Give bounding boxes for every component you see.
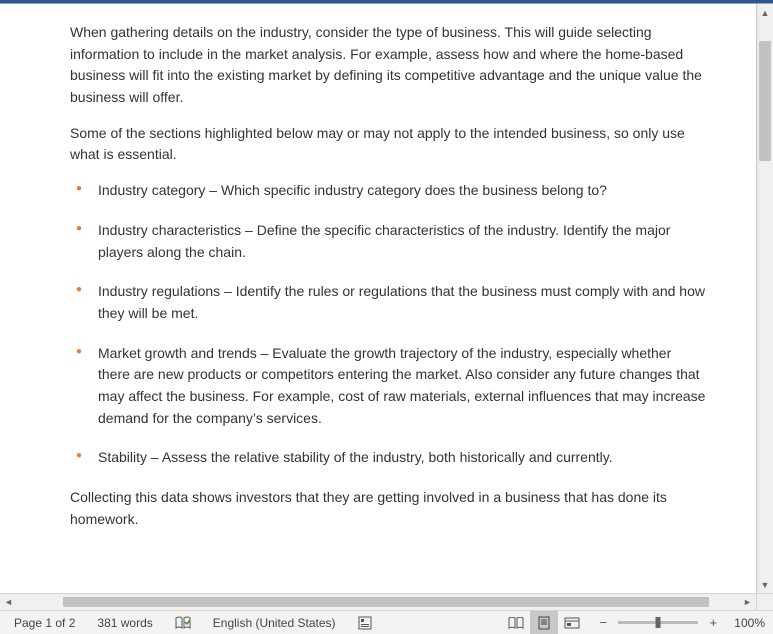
read-mode-view-button[interactable] — [502, 611, 530, 634]
read-mode-icon — [508, 617, 524, 629]
list-item[interactable]: Stability – Assess the relative stabilit… — [70, 447, 706, 469]
language-label: English (United States) — [213, 616, 336, 630]
list-item[interactable]: Industry regulations – Identify the rule… — [70, 281, 706, 324]
zoom-percent-button[interactable]: 100% — [734, 616, 765, 630]
scroll-left-arrow-icon[interactable]: ◄ — [0, 594, 17, 610]
zoom-slider-track[interactable] — [618, 621, 698, 624]
scroll-down-arrow-icon[interactable]: ▼ — [757, 576, 773, 593]
vertical-scroll-thumb[interactable] — [759, 41, 771, 161]
paragraph[interactable]: Collecting this data shows investors tha… — [70, 487, 706, 530]
horizontal-scroll-track[interactable] — [17, 596, 739, 608]
print-layout-icon — [537, 616, 551, 630]
spelling-status[interactable] — [171, 611, 195, 634]
list-item[interactable]: Industry category – Which specific indus… — [70, 180, 706, 202]
word-count-label: 381 words — [97, 616, 152, 630]
workspace: When gathering details on the industry, … — [0, 4, 773, 593]
web-layout-icon — [564, 617, 580, 629]
horizontal-scrollbar[interactable]: ◄ ► — [0, 593, 773, 610]
paragraph[interactable]: Some of the sections highlighted below m… — [70, 123, 706, 166]
word-app-window: When gathering details on the industry, … — [0, 0, 773, 634]
scrollbar-corner — [756, 594, 773, 610]
macro-status[interactable] — [354, 611, 376, 634]
zoom-percent-label: 100% — [734, 616, 765, 630]
vertical-scrollbar[interactable]: ▲ ▼ — [756, 4, 773, 593]
print-layout-view-button[interactable] — [530, 611, 558, 634]
paragraph[interactable]: When gathering details on the industry, … — [70, 22, 706, 109]
vertical-scroll-track[interactable] — [757, 21, 773, 576]
zoom-slider-thumb[interactable] — [656, 617, 661, 628]
zoom-control: − + 100% — [594, 615, 765, 630]
document-body[interactable]: When gathering details on the industry, … — [0, 4, 756, 564]
zoom-out-button[interactable]: − — [594, 615, 612, 630]
scroll-up-arrow-icon[interactable]: ▲ — [757, 4, 773, 21]
document-page[interactable]: When gathering details on the industry, … — [0, 4, 756, 593]
web-layout-view-button[interactable] — [558, 611, 586, 634]
scroll-right-arrow-icon[interactable]: ► — [739, 594, 756, 610]
page-number-indicator[interactable]: Page 1 of 2 — [10, 611, 79, 634]
status-bar: Page 1 of 2 381 words English (United St… — [0, 610, 773, 634]
status-bar-left: Page 1 of 2 381 words English (United St… — [0, 611, 376, 634]
macro-icon — [358, 616, 372, 630]
word-count-indicator[interactable]: 381 words — [93, 611, 156, 634]
status-bar-right: − + 100% — [502, 611, 773, 634]
bullet-list[interactable]: Industry category – Which specific indus… — [70, 180, 706, 469]
language-indicator[interactable]: English (United States) — [209, 611, 340, 634]
zoom-in-button[interactable]: + — [704, 615, 722, 630]
list-item[interactable]: Industry characteristics – Define the sp… — [70, 220, 706, 263]
book-check-icon — [175, 616, 191, 630]
page-info-label: Page 1 of 2 — [14, 616, 75, 630]
list-item[interactable]: Market growth and trends – Evaluate the … — [70, 343, 706, 430]
horizontal-scroll-thumb[interactable] — [63, 597, 709, 607]
